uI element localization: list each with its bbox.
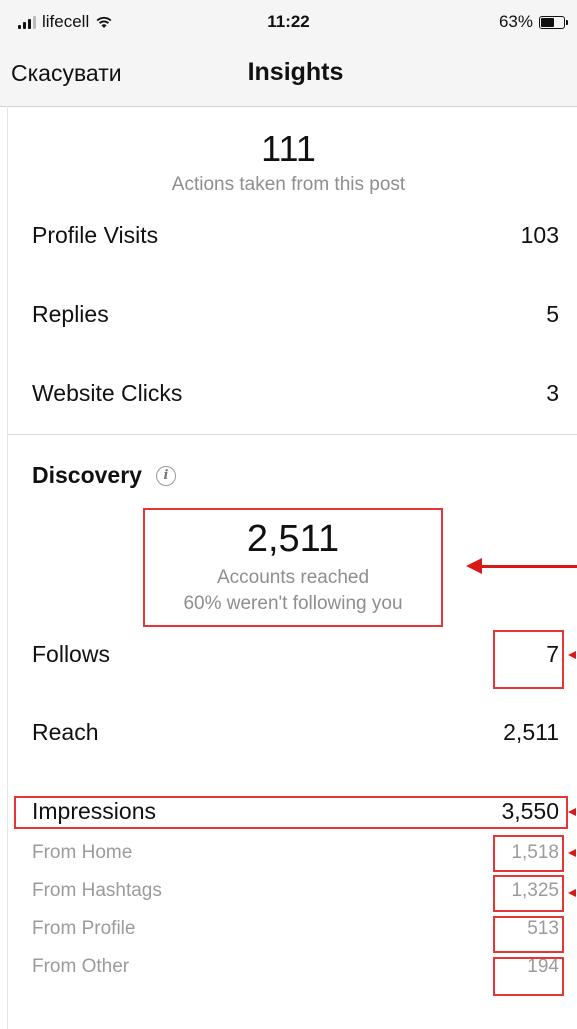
annotation-arrow-small <box>568 889 576 897</box>
annotation-arrow-head <box>466 558 482 574</box>
metric-row-follows: Follows 7 <box>32 641 559 668</box>
annotation-arrow-small <box>568 849 576 857</box>
metric-label: Follows <box>32 641 110 667</box>
battery-icon <box>539 15 568 29</box>
status-time: 11:22 <box>267 12 310 31</box>
metric-row-profile-visits: Profile Visits 103 <box>32 222 559 249</box>
metric-value: 2,511 <box>503 719 559 745</box>
metric-label: Profile Visits <box>32 222 159 248</box>
metric-value: 5 <box>546 301 559 327</box>
metric-row-replies: Replies 5 <box>32 301 559 328</box>
accounts-reached-number: 2,511 <box>246 518 340 560</box>
actions-total: 111 <box>261 128 316 169</box>
actions-caption: Actions taken from this post <box>171 174 406 195</box>
status-bar: lifecell 11:22 63% <box>0 0 577 44</box>
source-row-home: From Home 1,518 <box>32 842 559 864</box>
metric-label: Website Clicks <box>32 380 183 406</box>
nav-bar: Скасувати Insights <box>0 44 577 107</box>
discovery-title: Discovery <box>32 462 142 488</box>
annotation-box-impressions <box>14 796 568 829</box>
page-title: Insights <box>0 58 577 87</box>
source-label: From Other <box>32 956 130 977</box>
battery-percent: 63% <box>498 12 533 31</box>
metric-value: 103 <box>520 222 559 248</box>
metric-label: Reach <box>32 719 99 745</box>
metric-value: 3 <box>546 380 559 406</box>
source-label: From Home <box>32 842 133 863</box>
annotation-arrow-small <box>568 808 576 816</box>
source-label: From Hashtags <box>32 880 162 901</box>
metric-row-website-clicks: Website Clicks 3 <box>32 380 559 407</box>
annotation-box-home <box>493 835 564 872</box>
source-label: From Profile <box>32 918 136 939</box>
left-edge-line <box>7 106 8 1029</box>
accounts-reached-caption: Accounts reached <box>216 567 370 588</box>
source-row-profile: From Profile 513 <box>32 918 559 940</box>
metric-label: Replies <box>32 301 109 327</box>
annotation-box-other <box>493 957 564 996</box>
metric-row-reach: Reach 2,511 <box>32 719 559 746</box>
discovery-header: Discovery i <box>32 462 176 489</box>
annotation-box-profile <box>493 916 564 953</box>
annotation-arrow-line <box>480 565 577 568</box>
not-following-caption: 60% weren't following you <box>183 593 403 614</box>
page-title-text: Insights <box>247 58 344 86</box>
section-divider <box>7 434 577 435</box>
info-icon[interactable]: i <box>155 465 176 486</box>
source-row-other: From Other 194 <box>32 956 559 978</box>
status-right: 63% <box>498 12 568 32</box>
annotation-box-follows <box>493 630 564 689</box>
annotation-box-hashtags <box>493 875 564 912</box>
source-row-hashtags: From Hashtags 1,325 <box>32 880 559 902</box>
annotation-arrow-small <box>568 651 576 659</box>
